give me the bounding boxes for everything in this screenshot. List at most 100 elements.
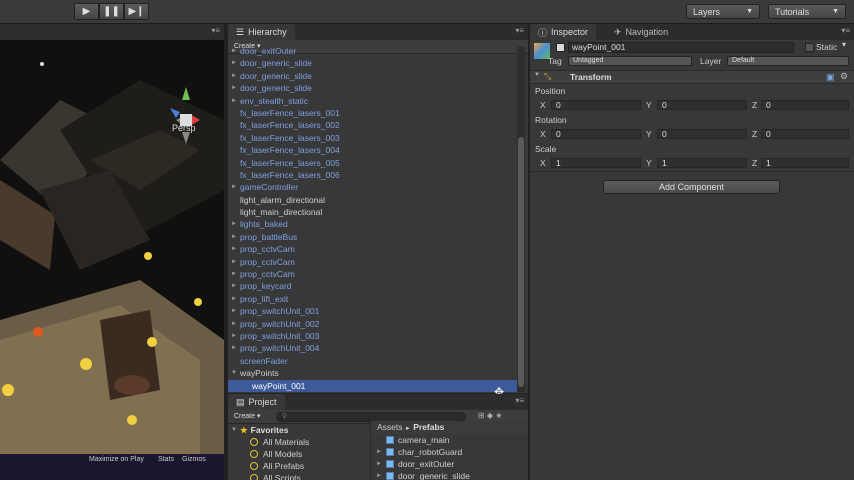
expand-arrow-icon[interactable]: ► (231, 280, 237, 292)
asset-item[interactable]: ► door_exitOuter (371, 458, 528, 470)
create-dropdown[interactable]: Create ▾ (234, 412, 260, 420)
hierarchy-item[interactable]: wayPoint_001 (228, 379, 518, 392)
layers-dropdown[interactable]: Layers ▼ (686, 4, 760, 19)
tutorials-dropdown[interactable]: Tutorials ▼ (768, 4, 846, 19)
expand-arrow-icon[interactable]: ► (231, 95, 237, 107)
hierarchy-item[interactable]: ► prop_cctvCam (228, 268, 518, 280)
expand-arrow-icon[interactable]: ► (231, 57, 237, 69)
hierarchy-item[interactable]: screenFader (228, 355, 518, 367)
foldout-arrow-icon[interactable]: ▼ (534, 72, 540, 78)
position-y-field[interactable]: 0 (657, 100, 747, 110)
scale-z-field[interactable]: 1 (761, 158, 849, 168)
hierarchy-item[interactable]: ► prop_switchUnit_003 (228, 330, 518, 342)
hierarchy-item[interactable]: fx_laserFence_lasers_002 (228, 119, 518, 131)
expand-arrow-icon[interactable]: ► (231, 181, 237, 193)
hierarchy-item[interactable]: fx_laserFence_lasers_004 (228, 144, 518, 156)
tab-project[interactable]: ▤ Project (228, 394, 285, 410)
hierarchy-item[interactable]: fx_laserFence_lasers_003 (228, 132, 518, 144)
expand-arrow-icon[interactable]: ► (376, 458, 382, 470)
breadcrumb-prefabs[interactable]: Prefabs (413, 422, 444, 432)
hierarchy-item[interactable]: fx_laserFence_lasers_001 (228, 107, 518, 119)
pause-button[interactable]: ❚❚ (99, 3, 124, 20)
hierarchy-item[interactable]: ► door_generic_slide (228, 70, 518, 82)
favorite-item[interactable]: All Models (228, 448, 368, 460)
expand-arrow-icon[interactable]: ► (231, 268, 237, 280)
hierarchy-item[interactable]: fx_laserFence_lasers_005 (228, 157, 518, 169)
hierarchy-item[interactable]: ▼ wayPoints (228, 367, 518, 379)
hierarchy-item[interactable]: light_alarm_directional (228, 194, 518, 206)
expand-arrow-icon[interactable]: ► (231, 318, 237, 330)
layer-dropdown[interactable]: Default (727, 56, 849, 66)
hierarchy-item[interactable]: ► prop_lift_exit (228, 293, 518, 305)
tag-dropdown[interactable]: Untagged (568, 56, 692, 66)
panel-menu-icon[interactable]: ▾≡ (211, 26, 220, 35)
static-checkbox[interactable] (805, 43, 814, 52)
tab-navigation[interactable]: ✈ Navigation (606, 24, 676, 40)
gizmos-toggle[interactable]: Gizmos (182, 456, 206, 463)
filter-icons[interactable]: ⊞ ◆ ★ (478, 411, 502, 420)
play-button[interactable]: ▶ (74, 3, 99, 20)
favorite-item[interactable]: All Scripts (228, 472, 368, 480)
expand-arrow-icon[interactable]: ► (376, 446, 382, 458)
position-x-field[interactable]: 0 (551, 100, 641, 110)
asset-item[interactable]: ► char_robotGuard (371, 446, 528, 458)
asset-item[interactable]: ► door_generic_slide (371, 470, 528, 480)
stats-toggle[interactable]: Stats (158, 456, 174, 463)
hierarchy-item[interactable]: fx_laserFence_lasers_006 (228, 169, 518, 181)
asset-item[interactable]: camera_main (371, 434, 528, 446)
scroll-thumb[interactable] (518, 137, 524, 387)
perspective-label[interactable]: Persp (172, 123, 196, 133)
hierarchy-item[interactable]: light_main_directional (228, 206, 518, 218)
expand-arrow-icon[interactable]: ► (231, 293, 237, 305)
scene-viewport[interactable] (0, 40, 224, 454)
favorite-item[interactable]: All Materials (228, 436, 368, 448)
position-z-field[interactable]: 0 (761, 100, 849, 110)
expand-arrow-icon[interactable]: ► (231, 231, 237, 243)
favorite-item[interactable]: All Prefabs (228, 460, 368, 472)
hierarchy-item[interactable]: ► door_generic_slide (228, 57, 518, 69)
hierarchy-item[interactable]: ► lights_baked (228, 218, 518, 230)
hierarchy-item[interactable]: ► prop_switchUnit_004 (228, 342, 518, 354)
expand-arrow-icon[interactable]: ► (231, 330, 237, 342)
hierarchy-item[interactable]: ► prop_keycard (228, 280, 518, 292)
tab-hierarchy[interactable]: ☰ Hierarchy (228, 24, 295, 40)
expand-arrow-icon[interactable]: ► (231, 218, 237, 230)
hierarchy-item[interactable]: ► door_exitOuter (228, 45, 518, 57)
hierarchy-item[interactable]: ► prop_switchUnit_002 (228, 318, 518, 330)
scale-y-field[interactable]: 1 (657, 158, 747, 168)
rotation-x-field[interactable]: 0 (551, 129, 641, 139)
panel-menu-icon[interactable]: ▾≡ (841, 26, 850, 35)
expand-arrow-icon[interactable]: ► (231, 82, 237, 94)
hierarchy-item[interactable]: ► env_stealth_static (228, 95, 518, 107)
active-checkbox[interactable] (556, 43, 565, 52)
panel-menu-icon[interactable]: ▾≡ (515, 396, 524, 405)
chevron-down-icon[interactable]: ▾ (842, 40, 846, 49)
tab-inspector[interactable]: ⓘ Inspector (530, 24, 597, 40)
favorites-header[interactable]: ▼ ★ Favorites (228, 424, 368, 436)
scale-x-field[interactable]: 1 (551, 158, 641, 168)
step-button[interactable]: ▶❙ (124, 3, 149, 20)
transform-header[interactable]: ▼ ⤡ Transform ▣ ⚙ (530, 70, 854, 84)
hierarchy-item[interactable]: ► prop_cctvCam (228, 256, 518, 268)
rotation-y-field[interactable]: 0 (657, 129, 747, 139)
panel-menu-icon[interactable]: ▾≡ (515, 26, 524, 35)
hierarchy-scrollbar[interactable] (517, 47, 525, 392)
expand-arrow-icon[interactable]: ► (231, 45, 237, 57)
expand-arrow-open-icon[interactable]: ▼ (231, 367, 237, 379)
gear-icon[interactable]: ⚙ (840, 71, 848, 82)
expand-arrow-icon[interactable]: ► (376, 470, 382, 480)
hierarchy-item[interactable]: ► prop_cctvCam (228, 243, 518, 255)
maximize-on-play-toggle[interactable]: Maximize on Play (89, 456, 144, 463)
hierarchy-item[interactable]: ► prop_battleBus (228, 231, 518, 243)
expand-arrow-icon[interactable]: ► (231, 342, 237, 354)
expand-arrow-icon[interactable]: ► (231, 70, 237, 82)
expand-arrow-icon[interactable]: ► (231, 305, 237, 317)
expand-arrow-icon[interactable]: ► (231, 256, 237, 268)
hierarchy-item[interactable]: ► door_generic_slide (228, 82, 518, 94)
breadcrumb-assets[interactable]: Assets (377, 422, 403, 432)
hierarchy-item[interactable]: ► gameController (228, 181, 518, 193)
object-name-field[interactable]: wayPoint_001 (568, 42, 794, 53)
hierarchy-item[interactable]: ► prop_switchUnit_001 (228, 305, 518, 317)
rotation-z-field[interactable]: 0 (761, 129, 849, 139)
scene-view[interactable]: ▾≡ Persp Maximize on Play Stats Gizmos (0, 24, 224, 480)
